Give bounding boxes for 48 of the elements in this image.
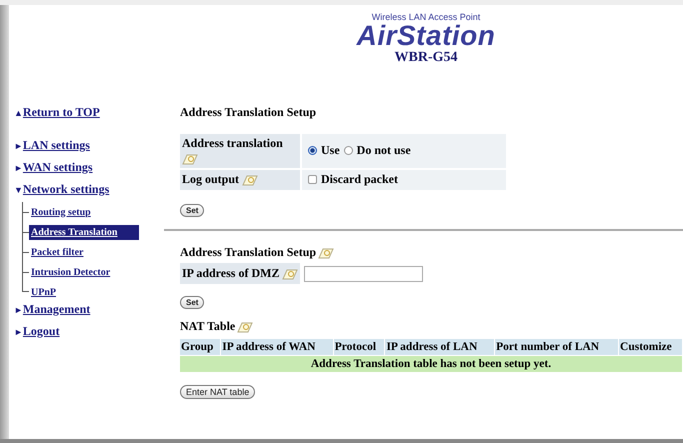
column-header: IP address of LAN <box>385 339 494 355</box>
input-field[interactable] <box>304 266 423 282</box>
checkbox[interactable] <box>308 175 317 184</box>
nav-link[interactable]: WAN settings <box>22 160 93 174</box>
help-icon[interactable] <box>282 268 298 280</box>
nav-link[interactable]: LAN settings <box>22 138 90 152</box>
column-header: Customize <box>619 339 682 355</box>
help-icon[interactable] <box>318 246 334 258</box>
radio-label: Use <box>321 143 340 158</box>
checkbox-label: Discard packet <box>321 172 398 187</box>
section-title: Address Translation Setup <box>180 245 316 260</box>
bullet-icon: ► <box>14 163 23 173</box>
radio-button[interactable] <box>308 146 317 155</box>
section-title: Address Translation Setup <box>180 105 318 120</box>
bullet-icon: ► <box>14 327 23 337</box>
subnav-link[interactable]: UPnP <box>29 285 139 300</box>
column-header: Protocol <box>334 339 384 355</box>
set-button[interactable]: Set <box>180 296 204 309</box>
help-icon[interactable] <box>242 174 258 186</box>
column-header: Group <box>180 339 220 355</box>
radio-button[interactable] <box>344 146 353 155</box>
subnav-link[interactable]: Intrusion Detector <box>29 264 139 280</box>
section-title: NAT Table <box>180 319 236 334</box>
bullet-icon: ▲ <box>14 108 23 118</box>
set-button[interactable]: Set <box>180 204 204 217</box>
column-header: IP address of WAN <box>221 339 333 355</box>
model-name: WBR-G54 <box>394 50 458 66</box>
subnav-link[interactable]: Address Translation <box>29 224 139 240</box>
nav-link[interactable]: Return to TOP <box>22 105 100 119</box>
nav-link[interactable]: Management <box>22 302 90 316</box>
bullet-icon: ► <box>14 305 23 315</box>
field-label: Address translation <box>182 136 283 150</box>
enter-nat-table-button[interactable]: Enter NAT table <box>180 385 256 399</box>
empty-message: Address Translation table has not been setup yet. <box>180 356 682 372</box>
field-label: IP address of DMZ <box>182 266 280 280</box>
brand-logo: AirStation <box>356 22 496 50</box>
help-icon[interactable] <box>182 153 198 166</box>
logo-tagline: Wireless LAN Access Point <box>372 12 480 22</box>
subnav-link[interactable]: Packet filter <box>29 244 139 260</box>
bullet-icon: ► <box>14 141 23 151</box>
radio-label: Do not use <box>356 143 411 158</box>
nav-link[interactable]: Network settings <box>22 182 110 196</box>
field-label: Log output <box>182 172 240 186</box>
nav-link[interactable]: Logout <box>22 324 60 338</box>
bullet-icon: ▼ <box>14 185 23 195</box>
subnav-link[interactable]: Routing setup <box>29 204 139 220</box>
column-header: Port number of LAN <box>495 339 618 355</box>
help-icon[interactable] <box>237 320 254 332</box>
